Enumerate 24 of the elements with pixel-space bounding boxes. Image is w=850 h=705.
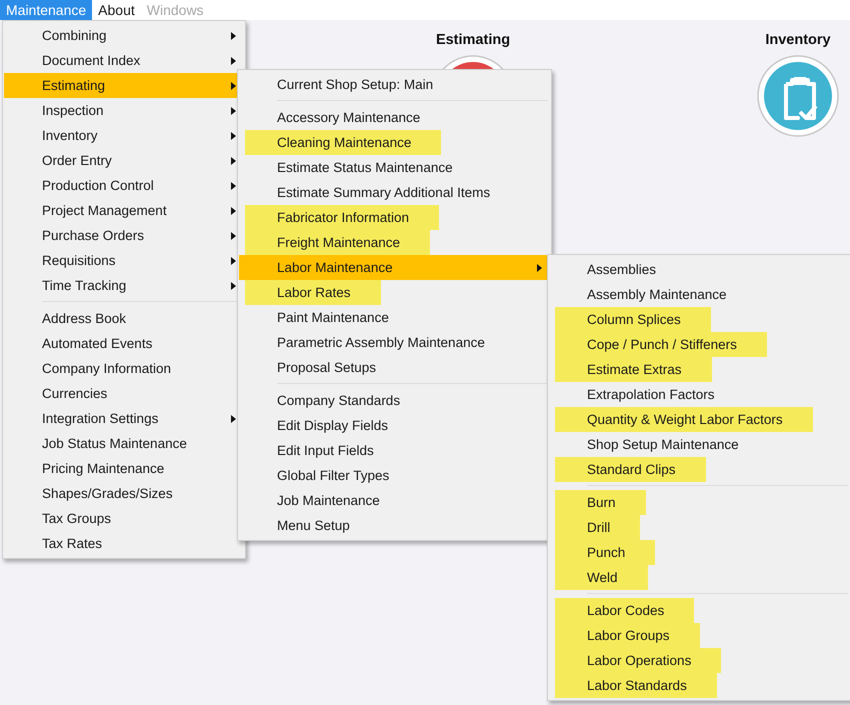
menu-item[interactable]: Weld <box>549 565 850 590</box>
clipboard-check-icon[interactable] <box>756 54 840 138</box>
menu-item[interactable]: Paint Maintenance <box>239 305 550 330</box>
menu-item[interactable]: Labor Maintenance <box>239 255 550 280</box>
menu-item[interactable]: Document Index <box>4 48 244 73</box>
menu-item[interactable]: Job Maintenance <box>239 488 550 513</box>
tile-label: Estimating <box>436 32 510 48</box>
menu-item[interactable]: Assembly Maintenance <box>549 282 850 307</box>
menu-item[interactable]: Edit Input Fields <box>239 438 550 463</box>
menu-item[interactable]: Proposal Setups <box>239 355 550 380</box>
menu-item[interactable]: Burn <box>549 490 850 515</box>
menu-item[interactable]: Extrapolation Factors <box>549 382 850 407</box>
menu-item[interactable]: Labor Codes <box>549 598 850 623</box>
menu-item[interactable]: Assemblies <box>549 257 850 282</box>
menu-item[interactable]: Drill <box>549 515 850 540</box>
menu-item[interactable]: Global Filter Types <box>239 463 550 488</box>
tile-label: Inventory <box>765 32 831 48</box>
menu-item[interactable]: Purchase Orders <box>4 223 244 248</box>
menu-item[interactable]: Labor Groups <box>549 623 850 648</box>
menu-item[interactable]: Shop Setup Maintenance <box>549 432 850 457</box>
menu-item[interactable]: Combining <box>4 23 244 48</box>
menu-item[interactable]: Parametric Assembly Maintenance <box>239 330 550 355</box>
menu-bar-item[interactable]: About <box>92 0 141 20</box>
menu-item[interactable]: Punch <box>549 540 850 565</box>
